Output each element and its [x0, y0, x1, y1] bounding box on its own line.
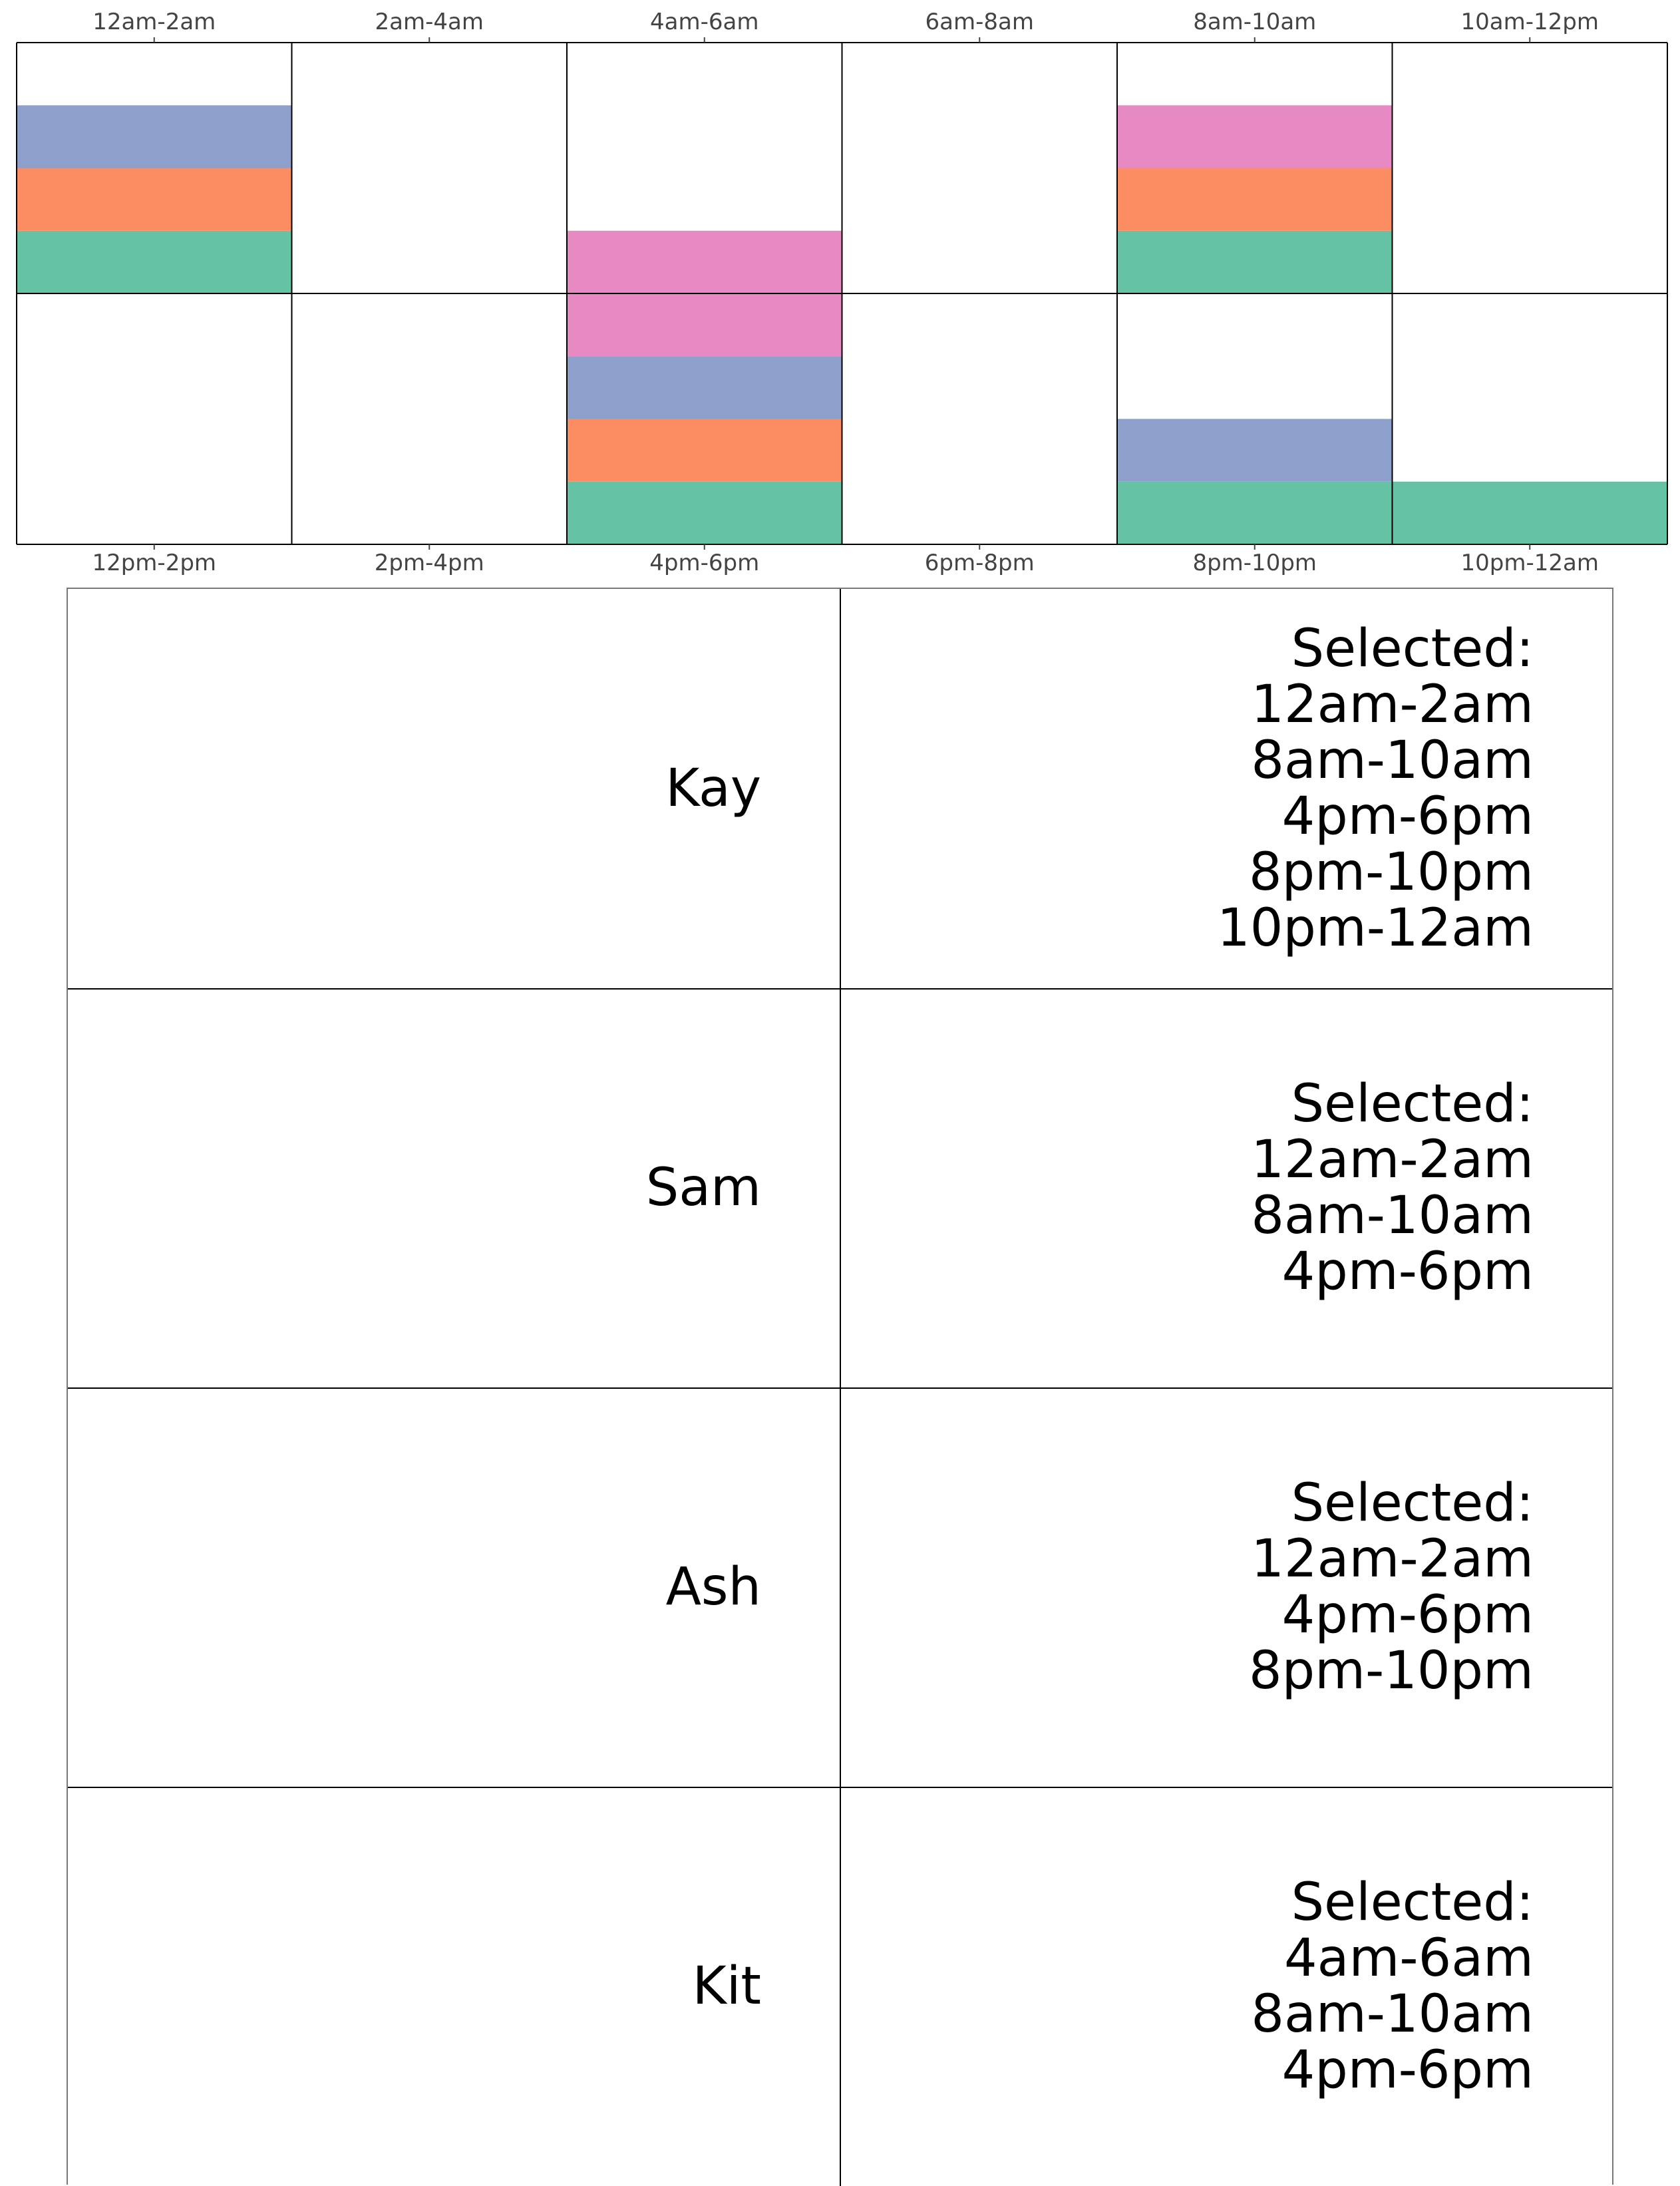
availability-segment	[567, 293, 842, 357]
top-tick-label: 6am-8am	[925, 9, 1034, 35]
selection-cell: Selected: 12am-2am 8am-10am 4pm-6pm	[841, 988, 1612, 1387]
selected-slot: 4pm-6pm	[1281, 1585, 1534, 1645]
availability-segment	[567, 419, 842, 482]
selected-heading: Selected:	[1291, 1473, 1534, 1533]
selected-slots: Selected: 12am-2am 8am-10am 4pm-6pm 8pm-10pm…	[1217, 621, 1534, 956]
person-name: Kay	[665, 759, 761, 819]
availability-segment	[567, 356, 842, 419]
person-name: Ash	[665, 1557, 761, 1617]
bottom-tick-label: 8pm-10pm	[1192, 550, 1317, 576]
availability-segment	[1117, 481, 1393, 544]
selection-cell: Selected: 12am-2am 4pm-6pm 8pm-10pm	[841, 1387, 1612, 1787]
person-row: Ash Selected: 12am-2am 4pm-6pm 8pm-10pm	[68, 1387, 1612, 1787]
row-divider	[68, 1787, 1612, 1788]
selected-slot: 8am-10am	[1251, 731, 1534, 791]
selected-slot: 8pm-10pm	[1248, 842, 1534, 902]
availability-chart: 12am-2am 2am-4am 4am-6am 6am-8am 8am-10am 10a…	[16, 9, 1668, 576]
name-cell: Kay	[68, 589, 841, 988]
selected-slot: 4am-6am	[1284, 1928, 1534, 1988]
row-divider	[68, 1387, 1612, 1389]
selected-heading: Selected:	[1291, 619, 1534, 679]
bottom-tick-label: 10pm-12am	[1461, 550, 1599, 576]
selected-heading: Selected:	[1291, 1074, 1534, 1134]
top-tick-label: 10am-12pm	[1461, 9, 1599, 35]
name-cell: Sam	[68, 988, 841, 1387]
availability-segment	[1392, 481, 1667, 544]
availability-segment	[17, 230, 292, 293]
selected-slot: 12am-2am	[1251, 675, 1534, 735]
person-name: Kit	[692, 1956, 761, 2016]
availability-segment	[1117, 105, 1393, 168]
availability-segment	[17, 168, 292, 231]
person-row: Kit Selected: 4am-6am 8am-10am 4pm-6pm	[68, 1787, 1612, 2186]
bottom-tick-label: 4pm-6pm	[649, 550, 759, 576]
selected-slots: Selected: 12am-2am 4pm-6pm 8pm-10pm	[1249, 1475, 1534, 1699]
availability-segment	[1117, 168, 1393, 231]
people-table: Kay Selected: 12am-2am 8am-10am 4pm-6pm 8pm-1…	[67, 588, 1613, 2186]
top-tick-label: 8am-10am	[1193, 9, 1316, 35]
selected-slot: 4pm-6pm	[1281, 2040, 1534, 2100]
row-divider	[68, 988, 1612, 990]
top-tick-label: 2am-4am	[375, 9, 484, 35]
selected-slot: 8am-10am	[1251, 1186, 1534, 1246]
selected-slots: Selected: 4am-6am 8am-10am 4pm-6pm	[1251, 1875, 1534, 2098]
top-tick-label: 4am-6am	[650, 9, 758, 35]
bottom-tick-label: 12pm-2pm	[92, 550, 216, 576]
bottom-tick-label: 2pm-4pm	[375, 550, 484, 576]
availability-segment	[17, 105, 292, 168]
selection-cell: Selected: 4am-6am 8am-10am 4pm-6pm	[841, 1787, 1612, 2186]
person-name: Sam	[645, 1158, 761, 1218]
availability-segment	[1117, 419, 1393, 482]
selection-cell: Selected: 12am-2am 8am-10am 4pm-6pm 8pm-10pm…	[841, 589, 1612, 988]
availability-segment	[567, 481, 842, 544]
selected-slot: 10pm-12am	[1217, 898, 1534, 958]
selected-heading: Selected:	[1291, 1873, 1534, 1932]
selected-slot: 12am-2am	[1251, 1130, 1534, 1190]
name-cell: Kit	[68, 1787, 841, 2186]
bottom-tick-label: 6pm-8pm	[925, 550, 1035, 576]
selected-slot: 4pm-6pm	[1281, 787, 1534, 846]
selected-slot: 12am-2am	[1251, 1529, 1534, 1589]
availability-segment	[1117, 230, 1393, 293]
name-cell: Ash	[68, 1387, 841, 1787]
person-row: Sam Selected: 12am-2am 8am-10am 4pm-6pm	[68, 988, 1612, 1387]
selected-slots: Selected: 12am-2am 8am-10am 4pm-6pm	[1251, 1076, 1534, 1300]
person-row: Kay Selected: 12am-2am 8am-10am 4pm-6pm 8pm-1…	[68, 589, 1612, 988]
selected-slot: 4pm-6pm	[1281, 1242, 1534, 1302]
selected-slot: 8pm-10pm	[1248, 1641, 1534, 1701]
selected-slot: 8am-10am	[1251, 1984, 1534, 2044]
top-tick-label: 12am-2am	[92, 9, 216, 35]
availability-segment	[567, 230, 842, 293]
